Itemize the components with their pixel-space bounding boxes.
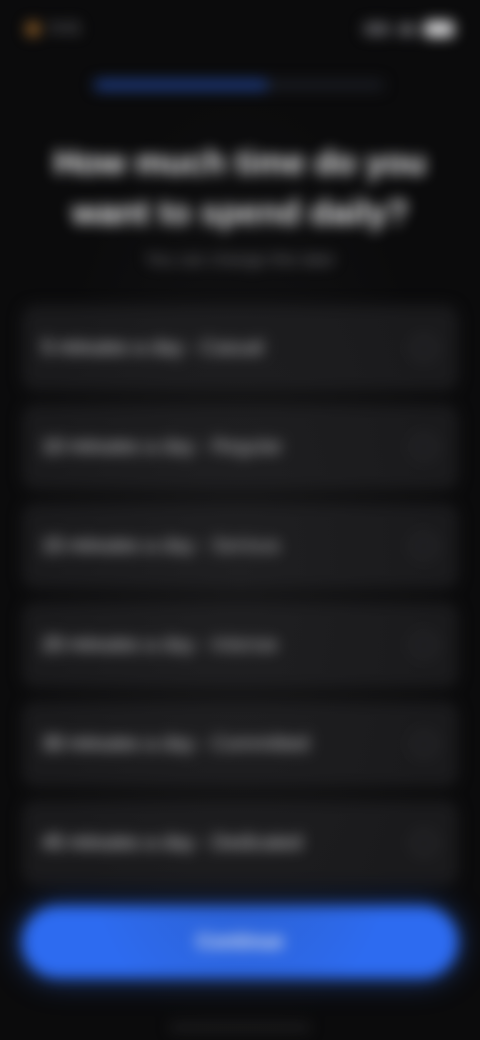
option-label: 20 minutes a day - Intense	[42, 633, 278, 656]
option-label: 15 minutes a day - Serious	[42, 534, 280, 557]
option-item[interactable]: 10 minutes a day - Regular	[22, 404, 458, 490]
radio-icon[interactable]	[412, 633, 436, 657]
options-list: 5 minutes a day - Casual 10 minutes a da…	[22, 305, 458, 899]
option-item[interactable]: 45 minutes a day - Dedicated	[22, 800, 458, 886]
status-left: 9:41	[26, 20, 81, 38]
status-bar: 9:41	[26, 14, 454, 44]
page-title: How much time do you want to spend daily…	[53, 144, 427, 232]
continue-button[interactable]: Continue	[22, 906, 458, 978]
onboarding-screen: 9:41 How much time do you want to spend …	[0, 0, 480, 1040]
option-item[interactable]: 5 minutes a day - Casual	[22, 305, 458, 391]
progress-fill	[94, 80, 268, 90]
radio-icon[interactable]	[412, 831, 436, 855]
battery-icon	[424, 21, 454, 37]
page-subtitle: You can change this later	[144, 250, 336, 269]
radio-icon[interactable]	[412, 732, 436, 756]
status-time: 9:41	[50, 20, 82, 37]
radio-icon[interactable]	[412, 435, 436, 459]
onboarding-progress-bar	[94, 80, 384, 90]
option-item[interactable]: 30 minutes a day - Committed	[22, 701, 458, 787]
recording-dot-icon	[26, 22, 40, 36]
option-label: 45 minutes a day - Dedicated	[42, 831, 303, 854]
home-indicator	[170, 1025, 310, 1030]
radio-icon[interactable]	[412, 534, 436, 558]
signal-icon	[364, 23, 390, 35]
wifi-icon	[398, 23, 416, 35]
option-item[interactable]: 20 minutes a day - Intense	[22, 602, 458, 688]
option-label: 10 minutes a day - Regular	[42, 435, 283, 458]
status-right	[364, 21, 454, 37]
option-item[interactable]: 15 minutes a day - Serious	[22, 503, 458, 589]
option-label: 5 minutes a day - Casual	[42, 336, 264, 359]
option-label: 30 minutes a day - Committed	[42, 732, 309, 755]
screen-content: 9:41 How much time do you want to spend …	[0, 0, 480, 1040]
radio-icon[interactable]	[412, 336, 436, 360]
